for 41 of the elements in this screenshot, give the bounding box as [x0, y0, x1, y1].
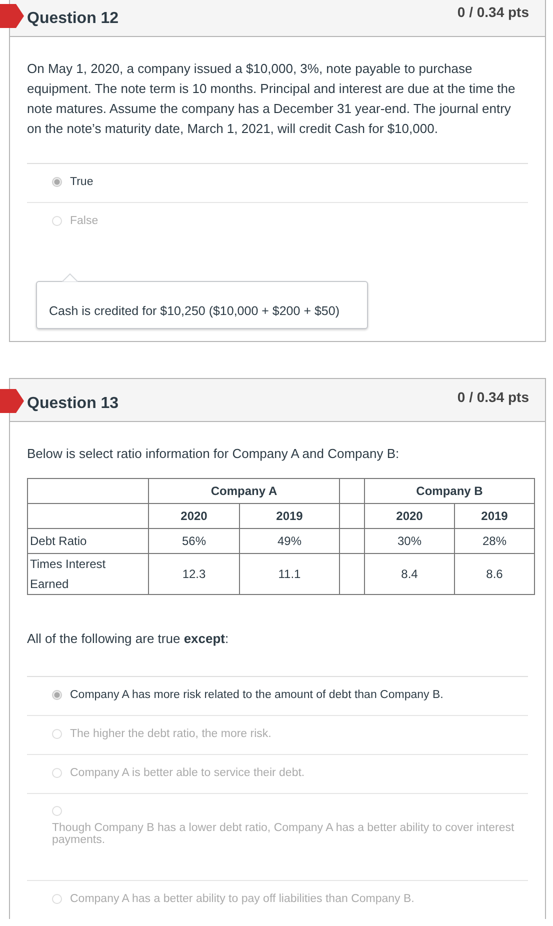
answer-option-text: Company A has more risk related to the amount of debt than Company B. — [70, 689, 444, 701]
table-header: 2020 — [148, 504, 240, 528]
answer-option-text: False — [70, 215, 98, 227]
table-cell: 28% — [454, 528, 534, 554]
radio-button[interactable] — [52, 690, 62, 700]
score-text: 0 / 0.34 pts — [457, 4, 529, 20]
table-header: 2019 — [454, 504, 534, 528]
table-cell: 11.1 — [240, 554, 340, 594]
answer-option-text: Company A is better able to service their debt. — [70, 767, 305, 779]
table-cell: 49% — [240, 528, 340, 554]
question-text: Below is select ratio information for Company A and Company B: — [27, 445, 400, 463]
radio-button[interactable] — [52, 177, 62, 187]
answer-option-text: Though Company B has a lower debt ratio, Company A has a better ability to cover interest payments. — [52, 822, 516, 846]
callout-pointer — [62, 273, 78, 282]
answer-option-text: True — [70, 176, 94, 188]
answer-option-text: Company A has a better ability to pay off liabilities than Company B. — [70, 893, 414, 905]
table-cell: 8.6 — [454, 554, 534, 594]
feedback-box: Cash is credited for $10,250 ($10,000 + $200 + $50) — [36, 281, 368, 329]
table-cell: 12.3 — [148, 554, 240, 594]
answer-option-text: The higher the debt ratio, the more risk. — [70, 728, 272, 740]
table-cell: Times Interest Earned — [28, 554, 148, 594]
question-text: On May 1, 2020, a company issued a $10,000, 3%, note payable to purchase equipment. The note term is 10 months. Principal and interest are due at the time the note matures. Assume the company has a December 31 year-end. The journal entry on the note’s maturity date, March 1, 2021, will credit Cash for $10,000. — [27, 60, 516, 138]
radio-button[interactable] — [52, 768, 62, 778]
question-title: Question 13 — [27, 395, 119, 413]
table-cell: Debt Ratio — [28, 528, 148, 554]
flag-icon — [0, 389, 24, 413]
radio-button[interactable] — [52, 729, 62, 739]
radio-button[interactable] — [52, 216, 62, 226]
radio-button[interactable] — [52, 806, 62, 816]
score-text: 0 / 0.34 pts — [457, 389, 529, 405]
table-header: Company B — [364, 478, 534, 504]
table-cell: 8.4 — [364, 554, 454, 594]
radio-button[interactable] — [52, 894, 62, 904]
question-title: Question 12 — [27, 10, 119, 28]
table-header: 2020 — [364, 504, 454, 528]
table-header: Company A — [148, 478, 340, 504]
table-cell: 30% — [364, 528, 454, 554]
flag-icon — [0, 4, 24, 28]
table-cell: 56% — [148, 528, 240, 554]
question-text: All of the following are true except: — [27, 631, 230, 646]
table-header: 2019 — [240, 504, 340, 528]
